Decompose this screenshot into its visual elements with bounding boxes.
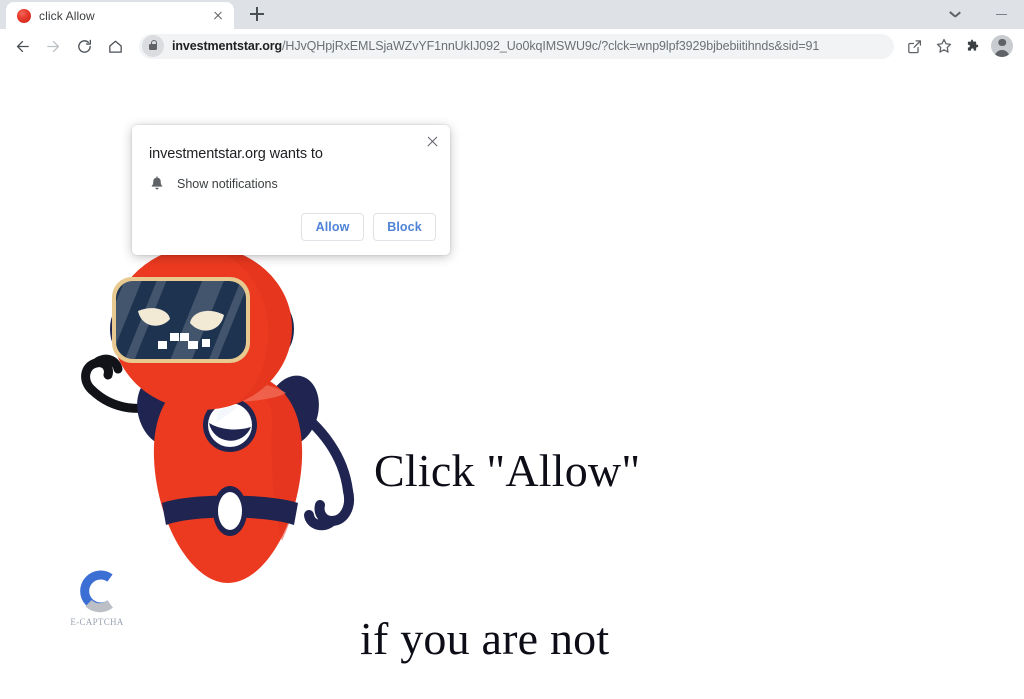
forward-arrow-icon xyxy=(47,40,60,52)
minimize-icon xyxy=(995,13,1007,16)
site-info-button[interactable] xyxy=(142,35,164,57)
browser-toolbar: investmentstar.org/HJvQHpjRxEMLSjaWZvYF1… xyxy=(0,29,1024,63)
e-captcha-logo-icon xyxy=(80,570,113,613)
share-icon xyxy=(908,39,922,53)
tab-favicon-icon xyxy=(17,8,31,23)
notification-permission-dialog: investmentstar.org wants to Show notific… xyxy=(132,125,450,255)
bookmark-button[interactable] xyxy=(929,32,958,61)
browser-tab[interactable]: click Allow xyxy=(6,2,234,29)
e-captcha-label: E-CAPTCHA xyxy=(70,617,124,627)
tab-strip: click Allow xyxy=(0,0,1024,29)
url-path: /HJvQHpjRxEMLSjaWZvYF1nnUkIJ092_Uo0kqIMS… xyxy=(282,39,820,53)
robot-illustration xyxy=(52,253,372,603)
bell-icon xyxy=(149,175,165,192)
profile-button[interactable] xyxy=(991,35,1013,57)
lock-icon xyxy=(149,39,158,51)
dialog-actions: Allow Block xyxy=(301,213,436,241)
back-button[interactable] xyxy=(7,31,38,62)
minimize-button[interactable] xyxy=(978,0,1024,29)
extensions-button[interactable] xyxy=(958,32,987,61)
bookmark-star-icon xyxy=(936,38,951,53)
tab-title: click Allow xyxy=(39,8,95,23)
page-headline: Click "Allow" if you are not a robot xyxy=(360,331,640,699)
close-tab-icon[interactable] xyxy=(210,8,226,24)
dialog-title: investmentstar.org wants to xyxy=(149,146,323,162)
forward-button[interactable] xyxy=(38,31,69,62)
chevron-down-icon xyxy=(950,11,961,18)
home-icon xyxy=(109,40,122,53)
home-button[interactable] xyxy=(100,31,131,62)
back-arrow-icon xyxy=(16,40,29,52)
angry-red-robot-icon xyxy=(81,253,354,583)
page-viewport: Click "Allow" if you are not a robot E-C… xyxy=(0,63,1024,699)
permission-row: Show notifications xyxy=(149,175,278,192)
allow-button[interactable]: Allow xyxy=(301,213,364,241)
url-domain: investmentstar.org xyxy=(172,39,283,53)
share-button[interactable] xyxy=(900,32,929,61)
new-tab-button[interactable] xyxy=(243,0,271,28)
browser-window: click Allow investmentstar.org/HJvQHpjRx… xyxy=(0,0,1024,699)
window-controls xyxy=(932,0,1024,29)
address-bar[interactable]: investmentstar.org/HJvQHpjRxEMLSjaWZvYF1… xyxy=(139,33,894,59)
address-bar-url: investmentstar.org/HJvQHpjRxEMLSjaWZvYF1… xyxy=(172,39,819,53)
e-captcha-branding: E-CAPTCHA xyxy=(62,568,132,627)
profile-avatar-icon xyxy=(991,35,1013,57)
headline-line-2: if you are not xyxy=(360,613,610,664)
permission-label: Show notifications xyxy=(177,176,278,191)
tab-search-button[interactable] xyxy=(932,0,978,29)
reload-icon xyxy=(78,39,91,53)
headline-line-1: Click "Allow" xyxy=(374,445,641,496)
close-dialog-icon[interactable] xyxy=(425,134,440,149)
block-button[interactable]: Block xyxy=(373,213,436,241)
reload-button[interactable] xyxy=(69,31,100,62)
extensions-puzzle-icon xyxy=(967,39,978,51)
